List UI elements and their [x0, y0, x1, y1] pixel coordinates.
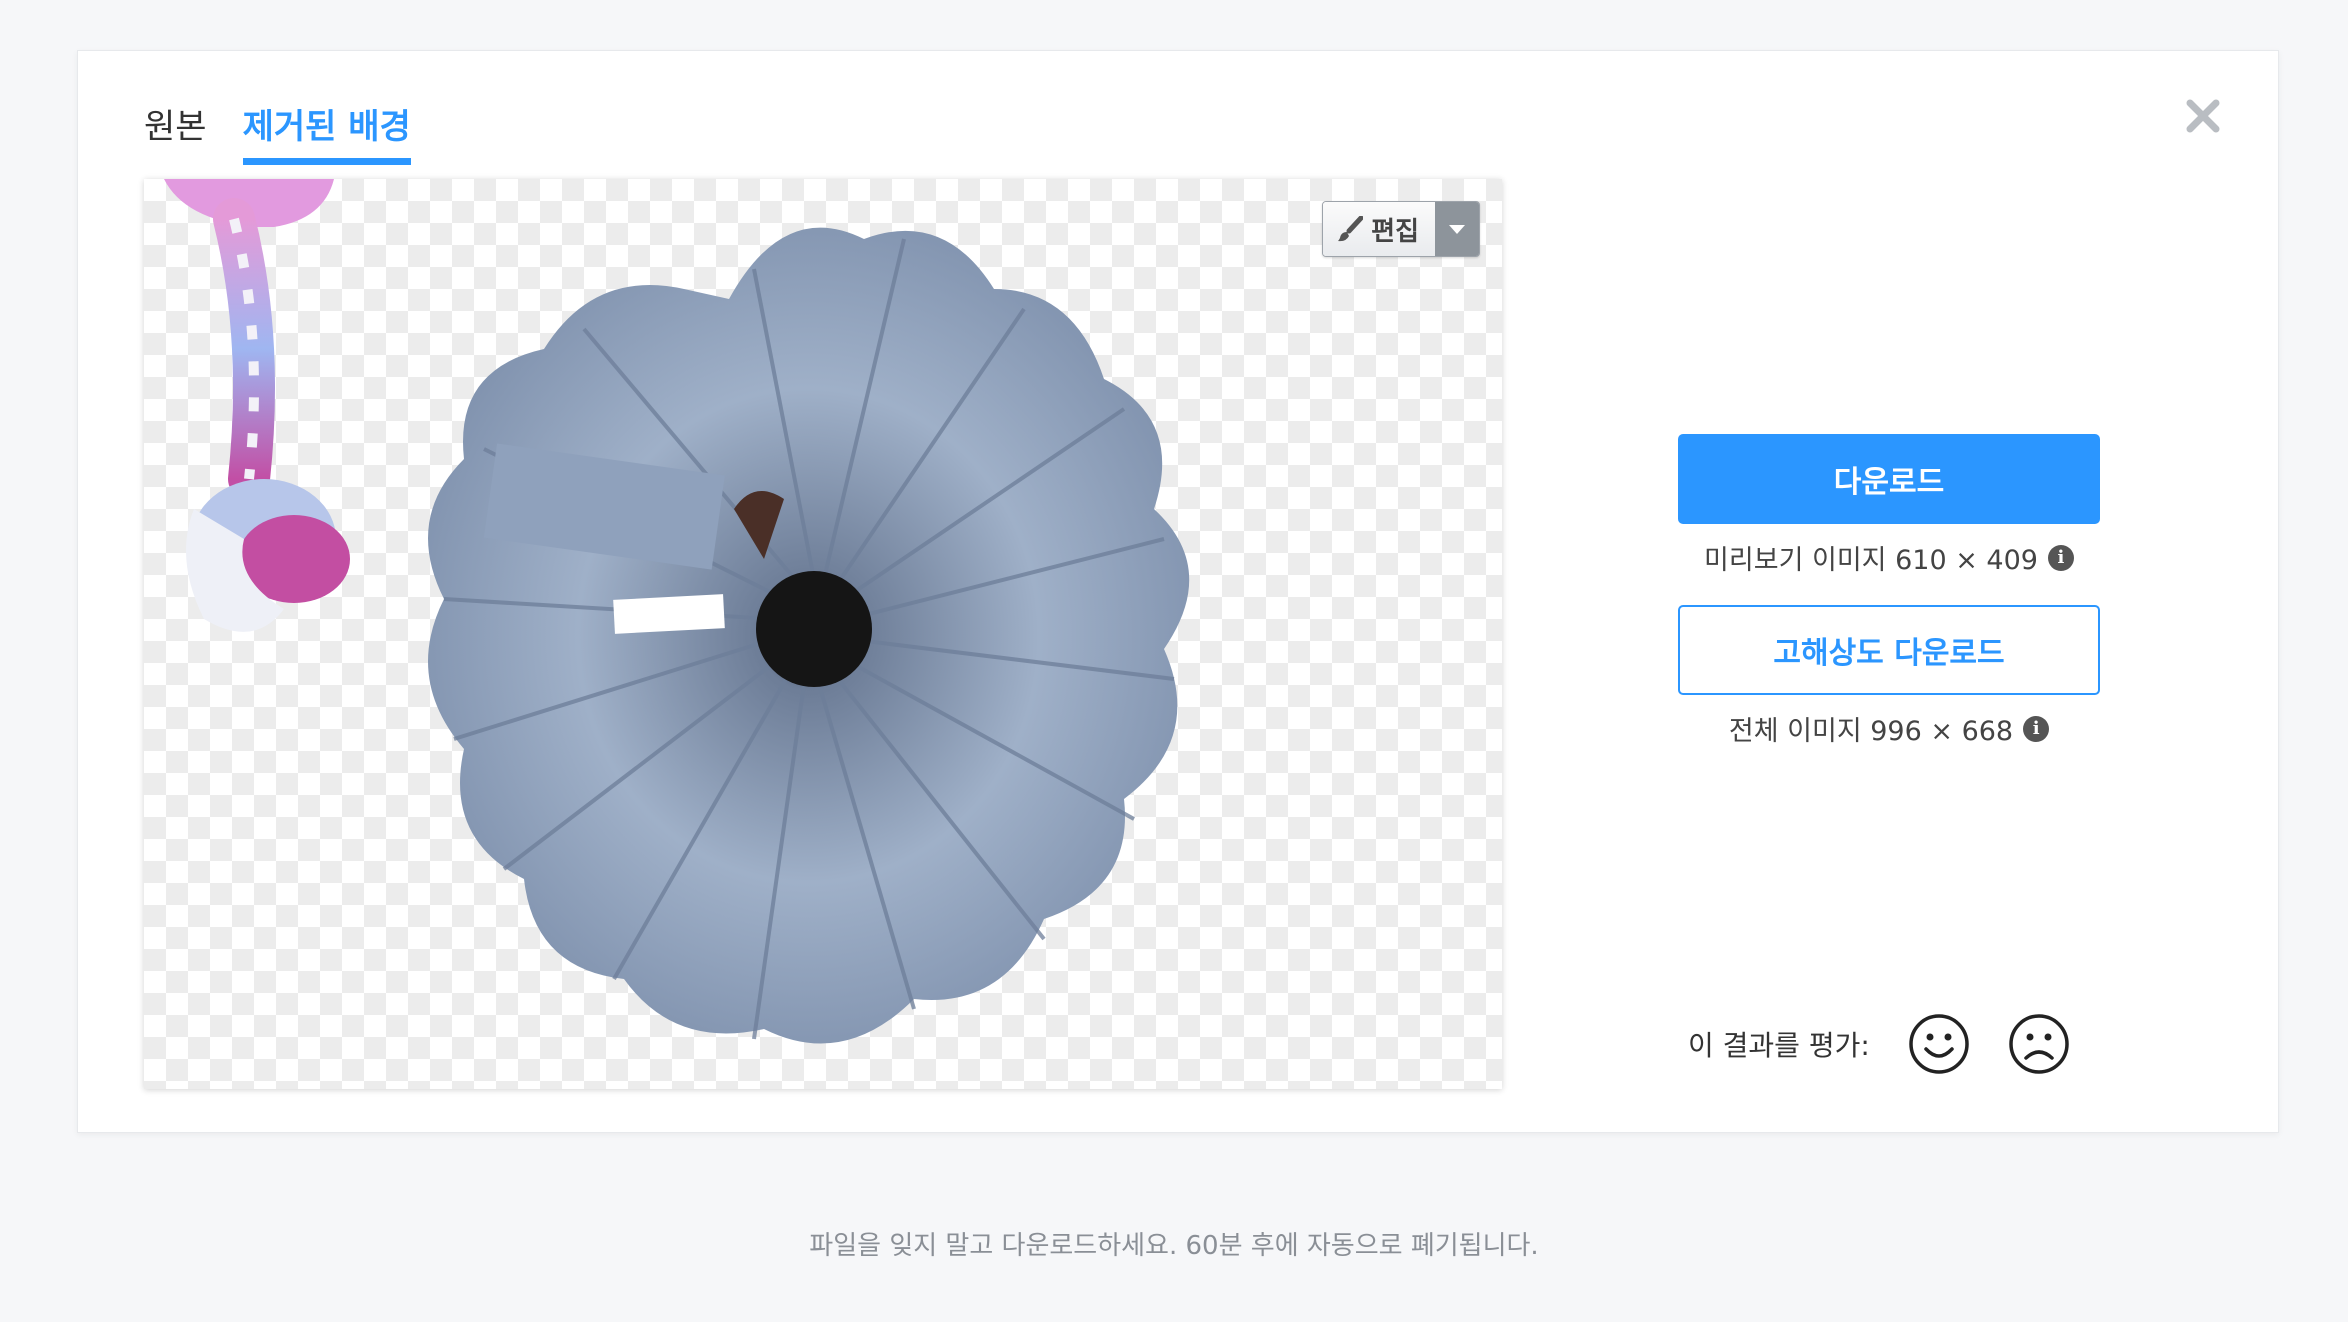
- preview-size-text: 미리보기 이미지 610 × 409: [1704, 545, 2038, 576]
- edit-button-group: 편집: [1322, 201, 1480, 257]
- caret-down-icon: [1449, 225, 1465, 234]
- tab-original[interactable]: 원본: [144, 99, 207, 165]
- smile-icon[interactable]: [1908, 1013, 1970, 1075]
- rating-label: 이 결과를 평가:: [1688, 1029, 1870, 1062]
- brush-icon: [1338, 216, 1364, 242]
- info-icon[interactable]: i: [2047, 544, 2074, 571]
- rating-row: 이 결과를 평가:: [1688, 1013, 2070, 1075]
- tab-removed-background[interactable]: 제거된 배경: [242, 99, 411, 165]
- result-dialog: 원본 제거된 배경 편집 다운로드 미리보기 이미지 610 × 409 i 고…: [77, 50, 2279, 1133]
- preview-size-info: 미리보기 이미지 610 × 409 i: [1678, 538, 2100, 577]
- frown-icon[interactable]: [2008, 1013, 2070, 1075]
- full-size-text: 전체 이미지 996 × 668: [1728, 716, 2014, 747]
- edit-label: 편집: [1371, 216, 1419, 247]
- edit-dropdown-toggle[interactable]: [1435, 202, 1479, 256]
- full-size-info: 전체 이미지 996 × 668 i: [1678, 709, 2100, 748]
- download-button[interactable]: 다운로드: [1678, 434, 2100, 524]
- tab-bar: 원본 제거된 배경: [144, 99, 411, 165]
- close-icon: [2186, 99, 2220, 133]
- product-image: [164, 179, 1190, 1044]
- hd-download-button[interactable]: 고해상도 다운로드: [1678, 605, 2100, 695]
- download-panel: 다운로드 미리보기 이미지 610 × 409 i 고해상도 다운로드 전체 이…: [1678, 434, 2100, 776]
- result-preview-image: 편집: [144, 179, 1502, 1089]
- close-button[interactable]: [2178, 91, 2228, 141]
- expiry-notice: 파일을 잊지 말고 다운로드하세요. 60분 후에 자동으로 폐기됩니다.: [809, 1231, 1539, 1261]
- edit-button[interactable]: 편집: [1323, 202, 1435, 256]
- info-icon[interactable]: i: [2023, 715, 2050, 742]
